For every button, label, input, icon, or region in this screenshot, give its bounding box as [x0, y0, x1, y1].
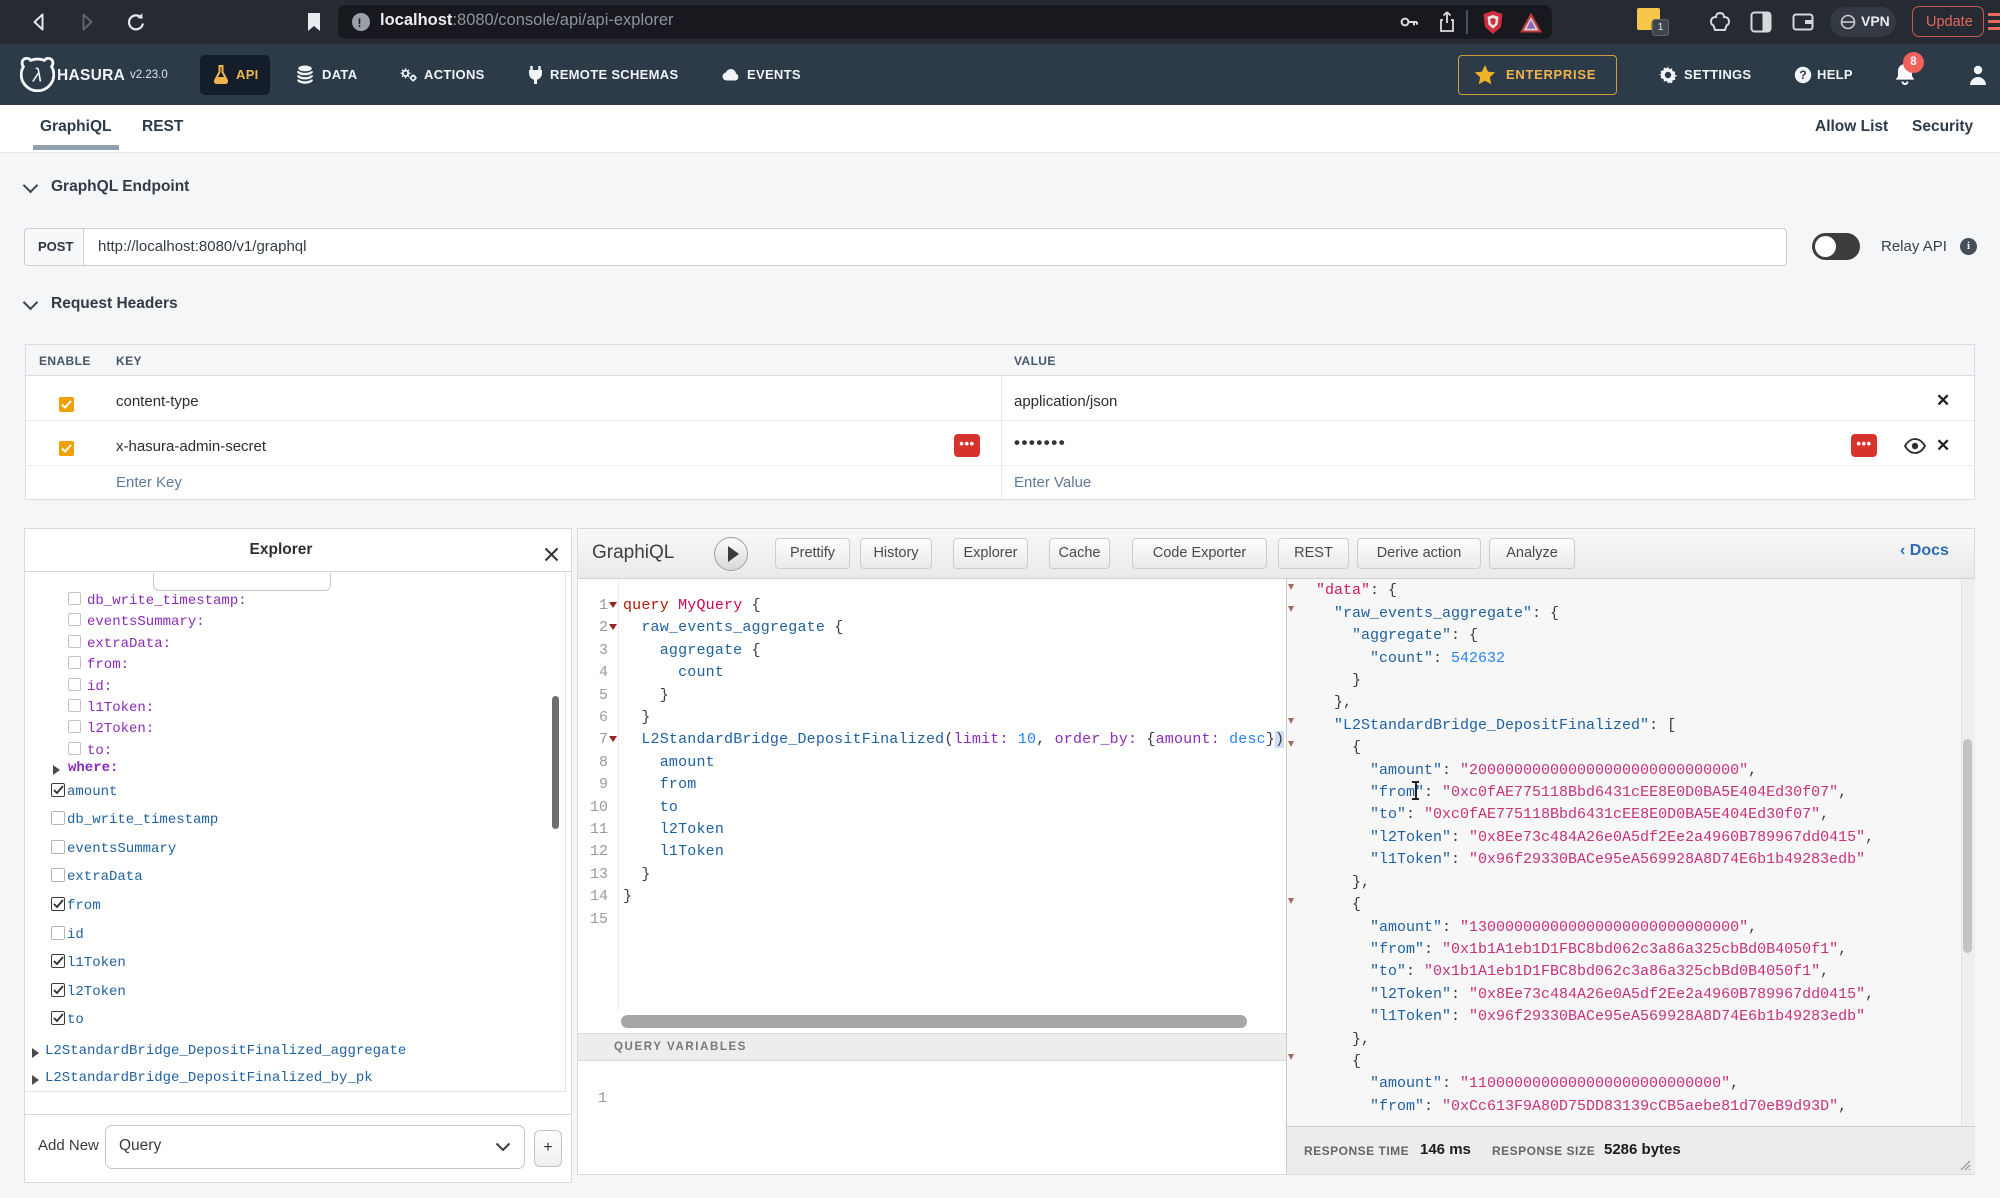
svg-text:?: ? — [1799, 68, 1806, 82]
svg-text:λ: λ — [32, 66, 42, 87]
